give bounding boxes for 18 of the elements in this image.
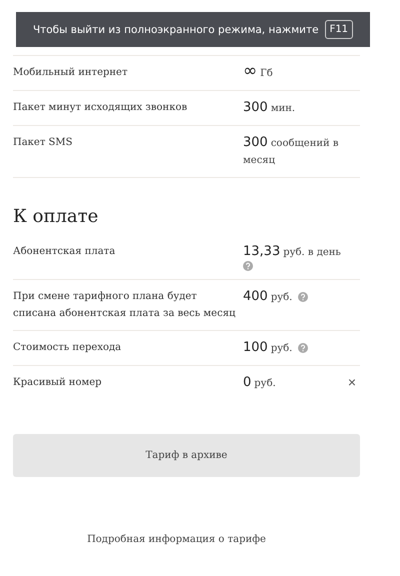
charge-value: 13,33 руб. в день <box>243 243 341 261</box>
charge-label: Абонентская плата <box>13 245 116 259</box>
details-link[interactable]: Подробная информация о тарифе <box>87 533 266 547</box>
charge-value: 0 руб. <box>243 374 276 392</box>
feature-value: ∞ Гб <box>243 64 274 82</box>
charge-label: При смене тарифного плана будет списана абонентская плата за весь месяц <box>13 290 236 321</box>
feature-label: Пакет SMS <box>13 136 74 150</box>
feature-label: Мобильный интернет <box>13 66 129 80</box>
charge-value: 100 руб. <box>243 339 292 357</box>
banner-text: Чтобы выйти из полноэкранного режима, нажмите <box>32 24 319 36</box>
key-label: F11 <box>324 20 354 39</box>
section-heading: К оплате <box>13 206 100 227</box>
feature-value: 300 мин. <box>243 99 296 117</box>
charge-label: Стоимость перехода <box>13 341 122 355</box>
charge-value: 400 руб. <box>243 288 292 306</box>
feature-value: 300 сообщений в месяц <box>243 134 340 168</box>
charge-label: Красивый номер <box>13 376 103 390</box>
feature-label: Пакет минут исходящих звонков <box>13 101 188 115</box>
